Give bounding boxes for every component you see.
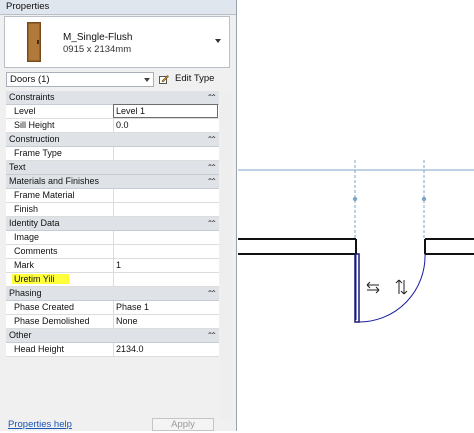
property-value-field[interactable]	[113, 245, 219, 258]
palette-title-bar[interactable]: Properties	[0, 0, 236, 15]
property-value: Level 1	[116, 106, 146, 116]
chevron-up-icon[interactable]: ⌃⌃	[207, 219, 218, 228]
property-name: Mark	[14, 260, 34, 270]
element-filter-dropdown[interactable]: Doors (1)	[6, 72, 154, 87]
drawing-canvas[interactable]	[238, 0, 474, 431]
property-group-label: Text	[9, 162, 26, 172]
property-name: Frame Type	[14, 148, 62, 158]
property-value-field[interactable]	[113, 273, 219, 286]
property-row: Frame Type	[6, 147, 219, 161]
property-value-field[interactable]: None	[113, 315, 219, 328]
chevron-up-icon[interactable]: ⌃⌃	[207, 289, 218, 298]
chevron-up-icon[interactable]: ⌃⌃	[207, 177, 218, 186]
property-name: Level	[14, 106, 36, 116]
property-group-label: Construction	[9, 134, 60, 144]
property-value: 2134.0	[116, 344, 144, 354]
property-group-header[interactable]: Phasing ⌃⌃	[6, 287, 219, 301]
property-value-field[interactable]	[113, 189, 219, 202]
apply-button[interactable]: Apply	[152, 418, 214, 431]
properties-scrollbar[interactable]	[220, 91, 232, 419]
property-row: Phase Demolished None	[6, 315, 219, 329]
grid-bubble-left	[352, 196, 358, 202]
grid-bubble-right	[421, 196, 427, 202]
edit-type-icon	[159, 75, 169, 84]
property-row: Head Height 2134.0	[6, 343, 219, 357]
property-name: Image	[14, 232, 40, 242]
property-value: 0.0	[116, 120, 129, 130]
edit-type-label: Edit Type	[175, 73, 215, 84]
property-name: Frame Material	[14, 190, 75, 200]
door-swing-arc	[358, 253, 426, 323]
property-value: 1	[116, 260, 122, 270]
property-name: Sill Height	[14, 120, 55, 130]
type-size-label: 0915 x 2134mm	[63, 44, 132, 55]
chevron-up-icon[interactable]: ⌃⌃	[207, 163, 218, 172]
property-row: Comments	[6, 245, 219, 259]
property-group-header[interactable]: Construction ⌃⌃	[6, 133, 219, 147]
property-group-header[interactable]: Text ⌃⌃	[6, 161, 219, 175]
property-value-field[interactable]: Phase 1	[113, 301, 219, 314]
flip-horizontal-icon[interactable]	[366, 281, 380, 294]
property-name: Head Height	[14, 344, 65, 354]
property-row: Frame Material	[6, 189, 219, 203]
property-value-field[interactable]: Level 1	[113, 104, 218, 118]
property-group-label: Constraints	[9, 92, 55, 102]
chevron-up-icon[interactable]: ⌃⌃	[207, 135, 218, 144]
chevron-up-icon[interactable]: ⌃⌃	[207, 93, 218, 102]
property-group-label: Materials and Finishes	[9, 176, 100, 186]
property-name: Phase Demolished	[14, 316, 90, 326]
property-value-field[interactable]	[113, 203, 219, 216]
property-group-header[interactable]: Materials and Finishes ⌃⌃	[6, 175, 219, 189]
properties-palette: Properties M_Single-Flush 0915 x 2134mm …	[0, 0, 237, 431]
property-name: Comments	[14, 246, 58, 256]
palette-title: Properties	[6, 1, 50, 12]
property-value-field[interactable]: 2134.0	[113, 343, 219, 356]
property-name: Uretim Yili	[12, 274, 69, 284]
property-row: Level Level 1	[6, 104, 219, 119]
filter-label: Doors (1)	[10, 74, 50, 85]
property-group-header[interactable]: Constraints ⌃⌃	[6, 91, 219, 105]
property-value: Phase 1	[116, 302, 150, 312]
property-group-header[interactable]: Other ⌃⌃	[6, 329, 219, 343]
chevron-down-icon[interactable]	[215, 39, 221, 43]
door-panel	[354, 253, 360, 323]
property-name: Finish	[14, 204, 39, 214]
door-type-icon	[27, 22, 41, 62]
property-row: Mark 1	[6, 259, 219, 273]
property-group-label: Other	[9, 330, 32, 340]
type-selector[interactable]: M_Single-Flush 0915 x 2134mm	[4, 16, 230, 68]
palette-footer: Properties help Apply	[0, 418, 236, 431]
property-value-field[interactable]: 0.0	[113, 119, 219, 132]
property-group-header[interactable]: Identity Data ⌃⌃	[6, 217, 219, 231]
property-row: Image	[6, 231, 219, 245]
property-row: Uretim Yili	[6, 273, 219, 287]
floor-plan-view[interactable]	[238, 0, 474, 431]
property-name: Phase Created	[14, 302, 75, 312]
chevron-down-icon	[144, 78, 150, 82]
chevron-up-icon[interactable]: ⌃⌃	[207, 331, 218, 340]
properties-help-link[interactable]: Properties help	[8, 419, 72, 430]
property-value: None	[116, 316, 138, 326]
property-group-label: Phasing	[9, 288, 42, 298]
type-family-name: M_Single-Flush	[63, 32, 133, 43]
property-group-label: Identity Data	[9, 218, 60, 228]
property-value-field[interactable]: 1	[113, 259, 219, 272]
property-row: Phase Created Phase 1	[6, 301, 219, 315]
property-row: Finish	[6, 203, 219, 217]
edit-type-button[interactable]: Edit Type	[159, 72, 216, 87]
properties-grid: Constraints ⌃⌃ Level Level 1 Sill Height 0.0 C…	[6, 91, 219, 357]
flip-vertical-icon[interactable]	[395, 279, 408, 295]
property-value-field[interactable]	[113, 231, 219, 244]
property-value-field[interactable]	[113, 147, 219, 160]
property-row: Sill Height 0.0	[6, 119, 219, 133]
